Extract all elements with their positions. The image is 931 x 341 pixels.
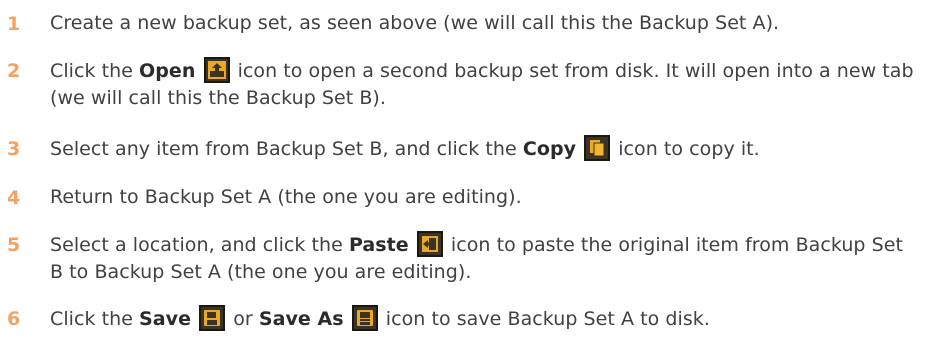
copy-icon [584, 135, 611, 161]
save-label: Save [139, 308, 192, 330]
step-text: Click the Save or Save As icon to save B… [50, 305, 920, 333]
step-text: Click the Open icon to open a second bac… [50, 57, 920, 112]
step-number: 5 [7, 234, 21, 256]
step-text-post: icon to save Backup Set A to disk. [379, 308, 710, 330]
copy-label: Copy [522, 138, 577, 160]
step-number: 3 [7, 138, 21, 160]
step-text-pre: Select a location, and click the [50, 234, 349, 256]
step-text-content: Create a new backup set, as seen above (… [50, 12, 780, 34]
open-label: Open [139, 60, 196, 82]
paste-label: Paste [348, 234, 409, 256]
step-text-content: Return to Backup Set A (the one you are … [50, 186, 522, 208]
step-text-pre: Select any item from Backup Set B, and c… [50, 138, 523, 160]
step-text: Create a new backup set, as seen above (… [50, 10, 920, 37]
step-text-post: icon to copy it. [612, 138, 760, 160]
save-as-label: Save As [258, 308, 344, 330]
step-text: Return to Backup Set A (the one you are … [50, 184, 920, 211]
save-as-icon [351, 305, 378, 331]
step-number: 4 [7, 187, 21, 209]
step-number: 2 [7, 60, 21, 82]
save-icon [199, 305, 226, 331]
step-text-mid: or [227, 308, 259, 330]
open-icon [203, 57, 230, 83]
step-text-pre: Click the [50, 60, 140, 82]
step-number: 6 [7, 308, 21, 330]
step-number: 1 [7, 13, 21, 35]
paste-icon [416, 231, 443, 257]
step-text: Select a location, and click the Paste i… [50, 231, 920, 286]
step-text: Select any item from Backup Set B, and c… [50, 135, 920, 163]
step-text-pre: Click the [50, 308, 140, 330]
